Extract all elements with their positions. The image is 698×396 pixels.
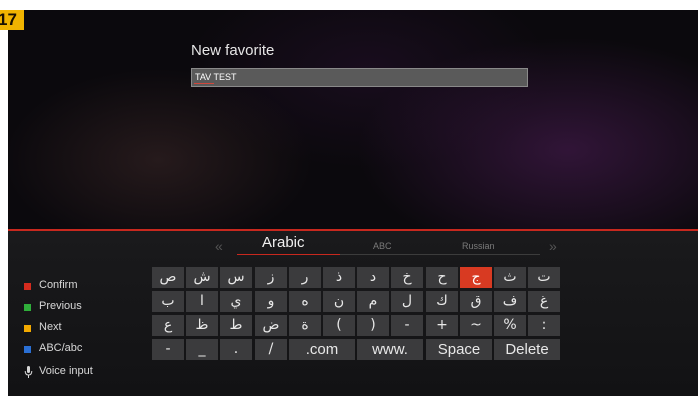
key-row2-7[interactable]: م [357,291,389,312]
corner-badge: 17 [0,10,24,30]
key-row2-4[interactable]: و [255,291,287,312]
active-tab-underline [237,254,340,255]
key-slash[interactable]: / [255,339,287,360]
key-row2-11[interactable]: ف [494,291,526,312]
key-row3-6[interactable]: ( [323,315,355,336]
key-row1-10[interactable]: ج [460,267,492,288]
key-row3-11[interactable]: % [494,315,526,336]
key-minus[interactable]: - [152,339,184,360]
key-row2-8[interactable]: ل [391,291,423,312]
tab-russian[interactable]: Russian [462,241,495,251]
key-row3-8[interactable]: - [391,315,423,336]
key-row3-1[interactable]: ع [152,315,184,336]
key-row1-6[interactable]: ذ [323,267,355,288]
key-underscore[interactable]: _ [186,339,218,360]
key-row3-10[interactable]: ~ [460,315,492,336]
red-key-icon [24,283,31,290]
green-key-icon [24,304,31,311]
key-row2-5[interactable]: ه [289,291,321,312]
key-row2-9[interactable]: ك [426,291,458,312]
key-row3-5[interactable]: ة [289,315,321,336]
background-area [8,10,698,229]
tab-arabic[interactable]: Arabic [262,234,305,251]
key-row1-7[interactable]: د [357,267,389,288]
tab-underline [340,254,540,255]
language-bar: « Arabic ABC Russian » [0,234,690,256]
key-row1-5[interactable]: ر [289,267,321,288]
key-row3-12[interactable]: : [528,315,560,336]
key-row3-7[interactable]: ) [357,315,389,336]
yellow-key-icon [24,325,31,332]
key-row2-10[interactable]: ق [460,291,492,312]
favorite-name-value: TAV TEST [195,72,237,82]
key-row1-2[interactable]: ش [186,267,218,288]
tab-abc[interactable]: ABC [373,241,392,251]
key-row2-2[interactable]: ا [186,291,218,312]
key-dot[interactable]: . [220,339,252,360]
next-language-icon[interactable]: » [549,238,557,254]
prev-language-icon[interactable]: « [215,238,223,254]
spellcheck-underline [194,83,214,84]
key-row2-1[interactable]: ب [152,291,184,312]
key-row3-3[interactable]: ط [220,315,252,336]
microphone-icon [24,366,33,378]
key-row1-4[interactable]: ز [255,267,287,288]
key-row1-8[interactable]: خ [391,267,423,288]
key-www[interactable]: www. [357,339,423,360]
key-row2-6[interactable]: ن [323,291,355,312]
key-row3-9[interactable]: + [426,315,458,336]
key-row3-2[interactable]: ظ [186,315,218,336]
key-row3-4[interactable]: ض [255,315,287,336]
favorite-name-input[interactable]: TAV TEST [191,68,528,87]
key-dotcom[interactable]: .com [289,339,355,360]
key-space[interactable]: Space [426,339,492,360]
dialog-title: New favorite [191,42,275,59]
key-row1-9[interactable]: ح [426,267,458,288]
key-row1-11[interactable]: ث [494,267,526,288]
key-delete[interactable]: Delete [494,339,560,360]
key-row1-3[interactable]: س [220,267,252,288]
key-row2-12[interactable]: غ [528,291,560,312]
key-row1-12[interactable]: ت [528,267,560,288]
blue-key-icon [24,346,31,353]
key-row1-1[interactable]: ص [152,267,184,288]
key-row2-3[interactable]: ي [220,291,252,312]
